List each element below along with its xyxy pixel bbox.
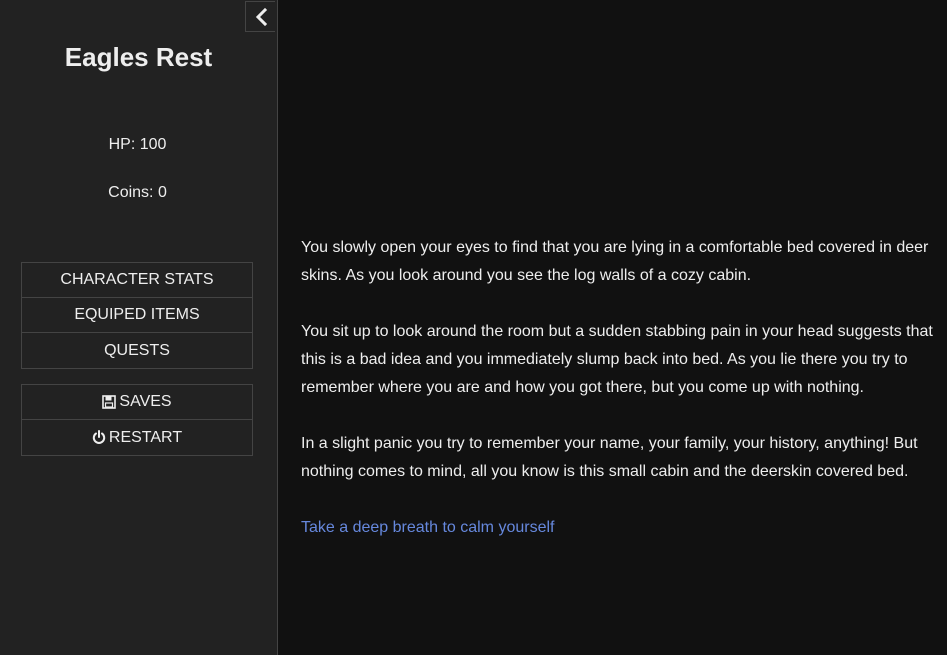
system-menu: SAVES RESTART [21, 384, 253, 456]
story-passage: You slowly open your eyes to find that y… [301, 234, 933, 570]
power-icon [92, 430, 106, 445]
character-stats-label: CHARACTER STATS [60, 271, 214, 288]
character-stats-button[interactable]: CHARACTER STATS [22, 263, 252, 298]
sidebar-collapse-button[interactable] [245, 1, 275, 32]
passage-paragraph: You slowly open your eyes to find that y… [301, 239, 929, 284]
passage-paragraph: You sit up to look around the room but a… [301, 323, 933, 396]
sidebar: Eagles Rest HP: 100 Coins: 0 CHARACTER S… [0, 0, 278, 655]
restart-button[interactable]: RESTART [22, 420, 252, 455]
chevron-left-icon [255, 7, 267, 26]
saves-label: SAVES [119, 393, 172, 410]
quests-label: QUESTS [104, 341, 170, 359]
main-menu: CHARACTER STATS EQUIPED ITEMS QUESTS [21, 262, 253, 369]
hp-stat: HP: 100 [108, 136, 167, 153]
save-icon [102, 395, 117, 409]
equiped-items-label: EQUIPED ITEMS [74, 306, 200, 323]
passage-choice-link[interactable]: Take a deep breath to calm yourself [301, 519, 554, 536]
saves-button[interactable]: SAVES [22, 385, 252, 420]
passage-paragraph: In a slight panic you try to remember yo… [301, 435, 918, 480]
restart-label: RESTART [108, 428, 183, 446]
quests-button[interactable]: QUESTS [22, 333, 252, 368]
coins-stat: Coins: 0 [108, 184, 167, 201]
equiped-items-button[interactable]: EQUIPED ITEMS [22, 298, 252, 333]
story-title: Eagles Rest [64, 42, 213, 72]
